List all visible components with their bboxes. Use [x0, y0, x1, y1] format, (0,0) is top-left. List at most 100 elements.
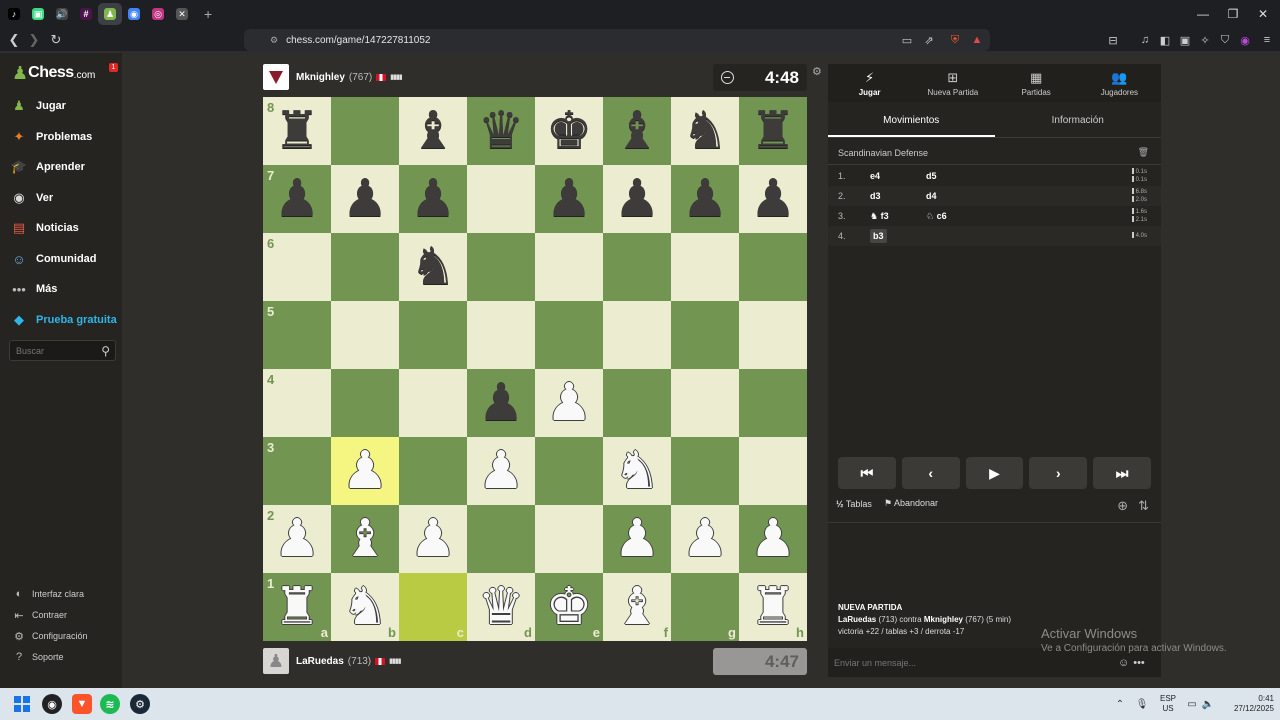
square-b6[interactable] — [331, 233, 399, 301]
square-b3[interactable]: ♟ — [331, 437, 399, 505]
square-e2[interactable] — [535, 505, 603, 573]
search-icon[interactable]: ⚲ — [101, 344, 110, 358]
network-icon[interactable]: ▭ — [1184, 688, 1200, 720]
sidebar-search[interactable]: ⚲ — [9, 340, 116, 361]
white-bishop[interactable]: ♝ — [614, 581, 661, 633]
black-bishop[interactable]: ♝ — [410, 105, 457, 157]
square-g4[interactable] — [671, 369, 739, 437]
black-pawn[interactable]: ♟ — [478, 377, 525, 429]
tray-overflow-icon[interactable]: ⌃ — [1112, 688, 1128, 720]
white-queen[interactable]: ♛ — [478, 581, 525, 633]
square-b7[interactable]: ♟ — [331, 165, 399, 233]
black-rook[interactable]: ♜ — [274, 105, 321, 157]
panel-tab-nueva-partida[interactable]: ⊞ Nueva Partida — [911, 64, 994, 102]
black-pawn[interactable]: ♟ — [682, 173, 729, 225]
square-h3[interactable] — [739, 437, 807, 505]
top-player-name[interactable]: Mknighley — [296, 72, 345, 83]
black-move[interactable]: ♘ c6 — [926, 211, 992, 222]
sidebar-contraer[interactable]: ⇤ Contraer — [12, 607, 67, 623]
sidebar-soporte[interactable]: ? Soporte — [12, 649, 64, 665]
browser-tab-audio[interactable]: 🔊 — [50, 3, 74, 25]
language-indicator[interactable]: ESP US — [1156, 694, 1180, 714]
sidebar-item-más[interactable]: ••• Más — [10, 278, 57, 300]
square-b1[interactable]: b ♞ — [331, 573, 399, 641]
board-settings-icon[interactable]: ⚙ — [812, 65, 822, 78]
draw-button[interactable]: ½ Tablas — [836, 499, 872, 509]
square-f7[interactable]: ♟ — [603, 165, 671, 233]
rewards-icon[interactable]: ▲ — [968, 28, 986, 52]
square-g3[interactable] — [671, 437, 739, 505]
white-pawn[interactable]: ♟ — [274, 513, 321, 565]
square-f1[interactable]: f ♝ — [603, 573, 671, 641]
extension-icon[interactable]: ◉ — [1236, 28, 1254, 52]
square-a6[interactable]: 6 — [263, 233, 331, 301]
square-a3[interactable]: 3 — [263, 437, 331, 505]
square-c6[interactable]: ♞ — [399, 233, 467, 301]
browser-tab-slack[interactable]: # — [74, 3, 98, 25]
cast-icon[interactable]: ▭ — [898, 28, 916, 52]
black-knight[interactable]: ♞ — [410, 241, 457, 293]
menu-icon[interactable]: ≡ — [1258, 28, 1276, 52]
black-pawn[interactable]: ♟ — [546, 173, 593, 225]
white-move[interactable]: ♞ f3 — [860, 211, 926, 222]
square-g8[interactable]: ♞ — [671, 97, 739, 165]
resign-button[interactable]: ⚑ Abandonar — [884, 498, 938, 509]
black-king[interactable]: ♚ — [546, 105, 593, 157]
square-a5[interactable]: 5 — [263, 301, 331, 369]
white-pawn[interactable]: ♟ — [342, 445, 389, 497]
square-c3[interactable] — [399, 437, 467, 505]
square-b4[interactable] — [331, 369, 399, 437]
emoji-icon[interactable]: ☺ — [1118, 657, 1129, 669]
square-a8[interactable]: 8 ♜ — [263, 97, 331, 165]
square-e8[interactable]: ♚ — [535, 97, 603, 165]
panel-tab-jugar[interactable]: ⚡ Jugar — [828, 64, 911, 102]
trash-icon[interactable]: 🗑 — [1138, 147, 1149, 158]
black-pawn[interactable]: ♟ — [614, 173, 661, 225]
sidebar-item-prueba-gratuita[interactable]: ◆ Prueba gratuita — [10, 309, 117, 331]
square-d3[interactable]: ♟ — [467, 437, 535, 505]
clock-area[interactable]: 0:41 27/12/2025 — [1222, 694, 1274, 714]
abort-icon[interactable] — [721, 71, 734, 84]
browser-tab-chrome[interactable]: ◉ — [122, 3, 146, 25]
square-g6[interactable] — [671, 233, 739, 301]
brave-shield-icon[interactable]: ⛨ — [946, 28, 964, 52]
flip-board-icon[interactable]: ⇅ — [1138, 498, 1149, 514]
square-g7[interactable]: ♟ — [671, 165, 739, 233]
white-rook[interactable]: ♜ — [274, 581, 321, 633]
square-d6[interactable] — [467, 233, 535, 301]
square-g1[interactable]: g — [671, 573, 739, 641]
square-h7[interactable]: ♟ — [739, 165, 807, 233]
square-h1[interactable]: h ♜ — [739, 573, 807, 641]
square-f4[interactable] — [603, 369, 671, 437]
square-b5[interactable] — [331, 301, 399, 369]
square-d5[interactable] — [467, 301, 535, 369]
new-game-white[interactable]: LaRuedas — [838, 615, 876, 624]
obs-icon[interactable]: ◉ — [42, 694, 62, 714]
share-icon[interactable]: ⇗ — [920, 28, 938, 52]
white-pawn[interactable]: ♟ — [546, 377, 593, 429]
first-move-button[interactable]: ⏮ — [838, 457, 896, 489]
tab-search-icon[interactable]: ⊟ — [1104, 28, 1122, 52]
sidebar-item-ver[interactable]: ◉ Ver — [10, 187, 53, 209]
reload-icon[interactable]: ↻ — [46, 32, 66, 48]
square-e4[interactable]: ♟ — [535, 369, 603, 437]
white-rook[interactable]: ♜ — [750, 581, 797, 633]
volume-icon[interactable]: 🔈 — [1200, 688, 1216, 720]
white-pawn[interactable]: ♟ — [682, 513, 729, 565]
new-game-black[interactable]: Mknighley — [924, 615, 963, 624]
close-icon[interactable]: ✕ — [1246, 0, 1280, 28]
square-e5[interactable] — [535, 301, 603, 369]
square-f2[interactable]: ♟ — [603, 505, 671, 573]
square-d1[interactable]: d ♛ — [467, 573, 535, 641]
square-h2[interactable]: ♟ — [739, 505, 807, 573]
microphone-icon[interactable]: 🎙 — [1134, 688, 1150, 720]
black-move[interactable]: d5 — [926, 171, 992, 181]
square-f6[interactable] — [603, 233, 671, 301]
square-h8[interactable]: ♜ — [739, 97, 807, 165]
browser-tab-instagram[interactable]: ◎ — [146, 3, 170, 25]
brave-taskbar-icon[interactable]: ▼ — [72, 694, 92, 714]
sidebar-toggle-icon[interactable]: ◧ — [1156, 28, 1174, 52]
square-e6[interactable] — [535, 233, 603, 301]
tab-movimientos[interactable]: Movimientos — [828, 106, 995, 137]
minimize-icon[interactable]: — — [1186, 0, 1220, 28]
